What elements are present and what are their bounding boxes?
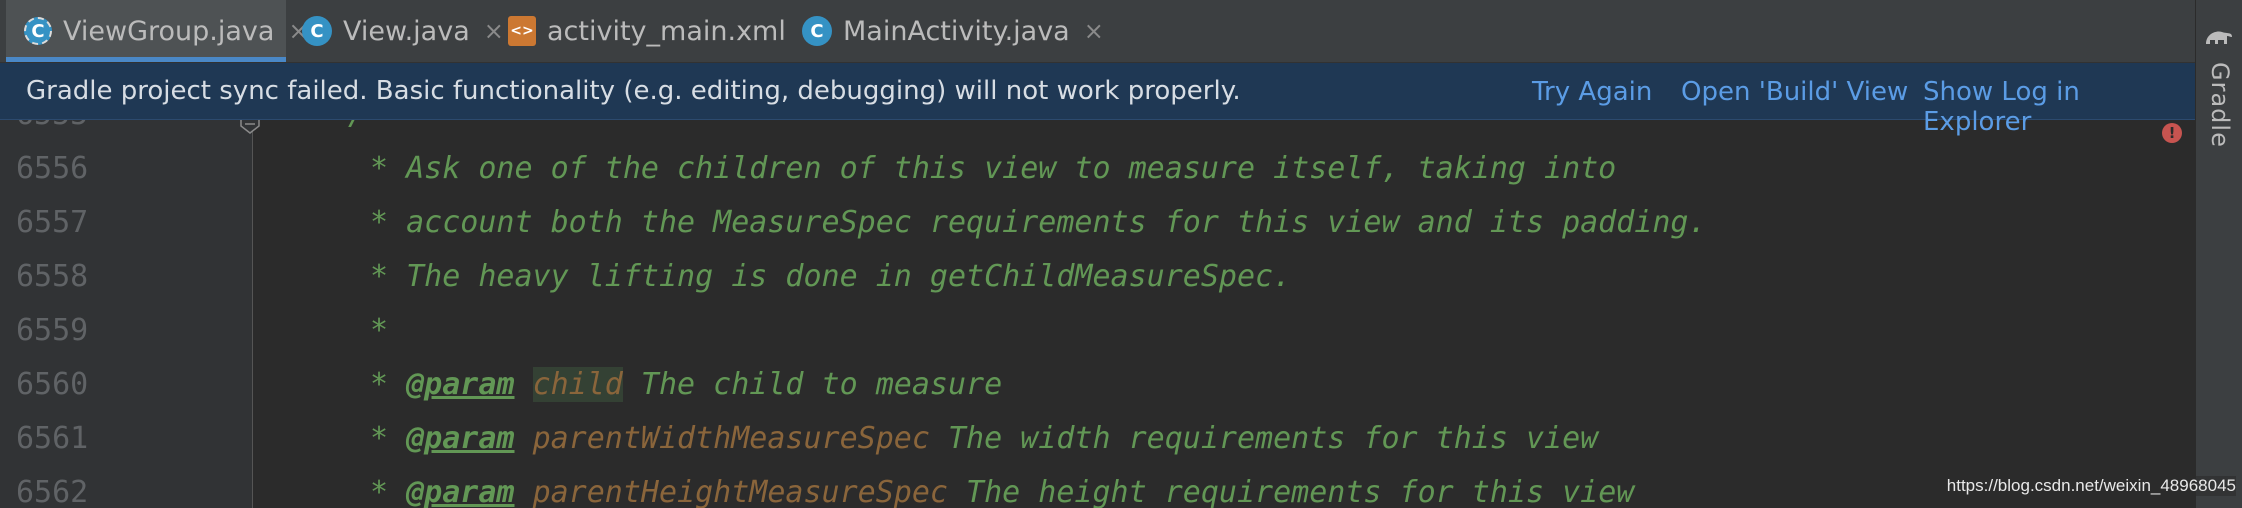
javadoc-tag: @param bbox=[406, 367, 515, 402]
tab-label: ViewGroup.java bbox=[63, 15, 275, 47]
tab-label: activity_main.xml bbox=[547, 15, 786, 47]
try-again-link[interactable]: Try Again bbox=[1532, 77, 1652, 107]
code-line: * @param parentWidthMeasureSpec The widt… bbox=[370, 421, 1599, 456]
tab-activity-main-xml[interactable]: <> activity_main.xml × bbox=[494, 0, 820, 62]
code-line: * account both the MeasureSpec requireme… bbox=[370, 205, 1707, 240]
gradle-tool-window-stripe[interactable]: Gradle bbox=[2195, 0, 2242, 508]
code-line: * bbox=[370, 313, 389, 348]
tab-label: View.java bbox=[343, 15, 470, 47]
line-number: 6559 bbox=[16, 313, 89, 348]
tab-label: MainActivity.java bbox=[843, 15, 1070, 47]
code-line: * @param child The child to measure bbox=[370, 367, 1003, 402]
javadoc-tag: @param bbox=[406, 421, 515, 456]
error-indicator-icon[interactable]: ! bbox=[2162, 123, 2182, 143]
javadoc-tag: @param bbox=[406, 475, 515, 508]
class-icon: C bbox=[802, 16, 832, 46]
line-number: 6560 bbox=[16, 367, 89, 402]
line-number: 6557 bbox=[16, 205, 89, 240]
line-number: 6555 bbox=[16, 120, 116, 142]
class-icon: C bbox=[302, 16, 332, 46]
code-line: /** bbox=[348, 120, 402, 142]
close-icon[interactable]: × bbox=[1084, 17, 1104, 45]
line-number: 6556 bbox=[16, 151, 89, 186]
fold-marker-icon[interactable] bbox=[240, 120, 260, 134]
line-number: 6561 bbox=[16, 421, 89, 456]
tab-mainactivity-java[interactable]: C MainActivity.java × bbox=[794, 0, 1104, 62]
line-number: 6558 bbox=[16, 259, 89, 294]
gradle-sync-notification: Gradle project sync failed. Basic functi… bbox=[0, 63, 2196, 137]
code-line: * Ask one of the children of this view t… bbox=[370, 151, 1617, 186]
notification-message: Gradle project sync failed. Basic functi… bbox=[26, 76, 1241, 106]
code-line: * The heavy lifting is done in getChildM… bbox=[370, 259, 1292, 294]
watermark-text: https://blog.csdn.net/weixin_48968045 bbox=[1946, 476, 2236, 496]
tab-view-java[interactable]: C View.java × bbox=[286, 0, 504, 62]
param-name: parentHeightMeasureSpec bbox=[532, 475, 948, 508]
gradle-elephant-icon bbox=[2206, 31, 2232, 44]
param-name: parentWidthMeasureSpec bbox=[532, 421, 930, 456]
line-number: 6562 bbox=[16, 475, 89, 508]
gradle-tab-label: Gradle bbox=[2206, 62, 2234, 148]
abstract-class-icon: C bbox=[24, 17, 52, 45]
open-build-view-link[interactable]: Open 'Build' View bbox=[1681, 77, 1908, 107]
tab-viewgroup-java[interactable]: C ViewGroup.java × bbox=[6, 0, 309, 62]
editor-tab-bar: C ViewGroup.java × C View.java × <> acti… bbox=[0, 0, 2196, 63]
param-name: child bbox=[532, 367, 623, 402]
code-line: * @param parentHeightMeasureSpec The hei… bbox=[370, 475, 1635, 508]
code-editor[interactable]: 6555 /** 6556 * Ask one of the children … bbox=[0, 120, 2196, 508]
xml-file-icon: <> bbox=[508, 16, 536, 46]
